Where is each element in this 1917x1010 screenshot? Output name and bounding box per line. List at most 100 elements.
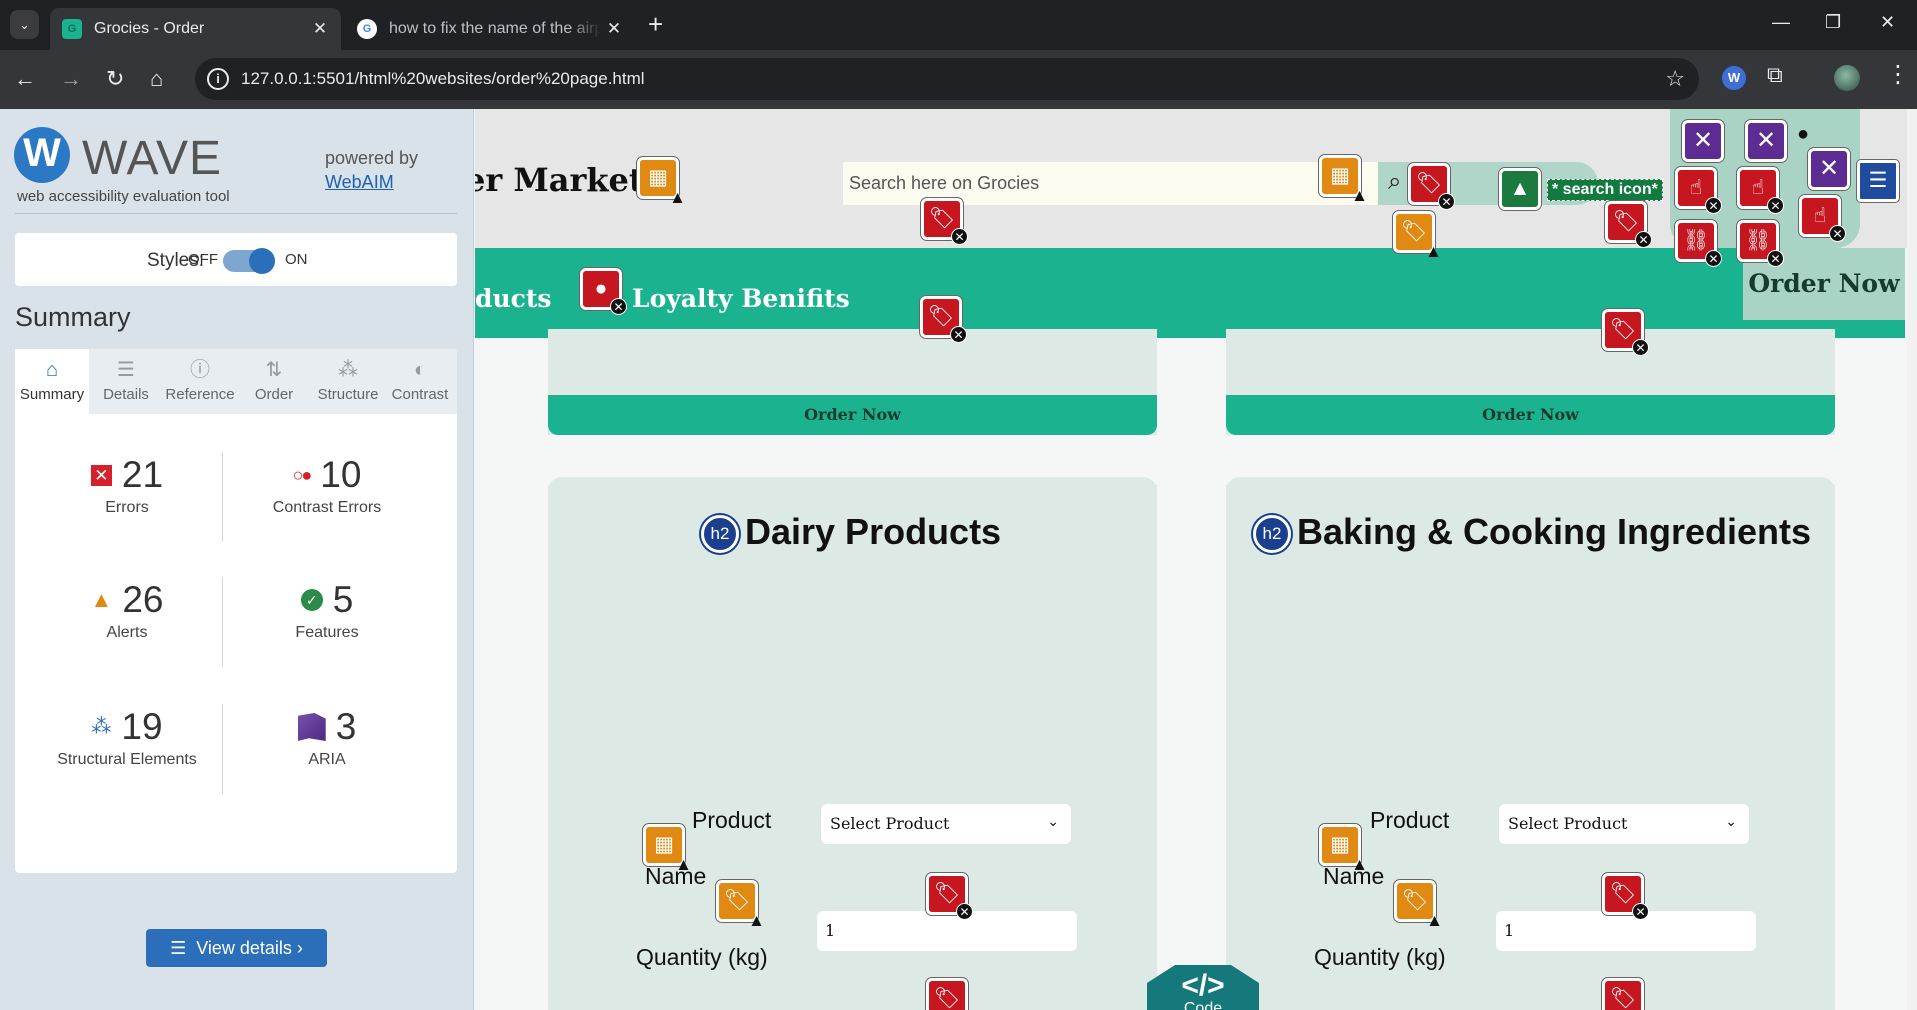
wave-tab-contrast[interactable]: ◐ Contrast <box>383 349 457 414</box>
order-now-button[interactable]: Order Now <box>1226 395 1835 435</box>
home-icon: ⌂ <box>45 359 59 381</box>
tab-google-search[interactable]: G how to fix the name of the airp ✕ <box>345 8 635 50</box>
tab-title: Grocies - Order <box>94 20 205 37</box>
stat-features[interactable]: ✓ 5 Features <box>227 578 427 642</box>
wave-error-empty-button-icon[interactable]: ☝ ✕ <box>1737 167 1784 214</box>
stat-structural-elements[interactable]: ⁂ 19 Structural Elements <box>27 705 227 769</box>
wave-alert-label-icon[interactable]: 🏷 ▲ <box>1394 880 1443 929</box>
stat-aria[interactable]: 3 ARIA <box>227 705 427 769</box>
list-icon: ☰ <box>117 359 135 381</box>
wave-aria-icon[interactable]: ✕ <box>1745 120 1787 162</box>
tab-search-menu-icon[interactable]: ⌄ <box>10 10 39 39</box>
wave-tab-reference[interactable]: ⓘ Reference <box>163 349 237 414</box>
view-details-button[interactable]: ☰ View details › <box>146 929 327 967</box>
error-icon: ✕ <box>90 464 112 486</box>
wave-aria-icon[interactable]: ✕ <box>1808 148 1850 190</box>
wave-error-missing-label-icon[interactable]: 🏷 <box>926 978 968 1010</box>
wave-alert-layout-table-icon[interactable]: ▦ ▲ <box>1319 155 1368 204</box>
wave-error-missing-label-icon[interactable]: 🏷 ✕ <box>1408 163 1455 210</box>
styles-off-label: OFF <box>188 251 218 268</box>
toggle-knob <box>249 248 275 274</box>
stat-errors[interactable]: ✕ 21 Errors <box>27 453 227 517</box>
wave-error-empty-heading-icon[interactable]: ● ✕ <box>580 268 627 315</box>
brand-name[interactable]: er Market <box>475 161 644 199</box>
wave-structure-list-icon[interactable]: ☰ <box>1857 160 1899 202</box>
code-icon: </> <box>1181 969 1225 1002</box>
tab-grocies-order[interactable]: G Grocies - Order ✕ <box>50 8 341 50</box>
stat-value: 26 <box>122 579 164 620</box>
product-select[interactable]: Select Product ⌄ <box>1499 804 1749 844</box>
wave-sidebar: W WAVE web accessibility evaluation tool… <box>0 109 474 1010</box>
wave-extension-icon[interactable]: W <box>1722 66 1746 90</box>
new-tab-icon[interactable]: + <box>648 10 663 38</box>
product-label: Product <box>692 807 772 833</box>
wave-alert-label-icon[interactable]: 🏷 ▲ <box>716 880 765 929</box>
nav-loyalty-benefits[interactable]: Loyalty Benifits <box>632 284 850 313</box>
divider <box>222 452 223 542</box>
address-bar[interactable]: i 127.0.0.1:5501/html%20websites/order%2… <box>195 58 1699 100</box>
wave-feature-alt-text-icon[interactable]: ▲ <box>1499 168 1541 210</box>
close-tab-icon[interactable]: ✕ <box>601 19 627 39</box>
wave-tab-structure[interactable]: ⁂ Structure <box>311 349 385 414</box>
summary-heading: Summary <box>15 302 131 332</box>
wave-error-missing-label-icon[interactable]: 🏷 <box>1602 978 1644 1010</box>
wave-error-missing-label-icon[interactable]: 🏷 ✕ <box>920 296 967 343</box>
card-title: Dairy Products <box>745 511 1002 552</box>
card-heading: h2 Baking & Cooking Ingredients <box>1253 511 1811 554</box>
wave-error-missing-label-icon[interactable]: 🏷 ✕ <box>1605 201 1652 248</box>
quantity-input[interactable]: 1 <box>817 911 1077 951</box>
page-scrollbar[interactable] <box>1907 109 1917 1010</box>
wave-tab-label: Contrast <box>391 386 449 403</box>
wave-alert-layout-table-icon[interactable]: ▦ ▲ <box>637 157 686 206</box>
close-window-icon[interactable]: ✕ <box>1880 12 1895 33</box>
wave-alert-layout-table-icon[interactable]: ▦ ▲ <box>1319 824 1368 873</box>
restore-icon[interactable]: ❐ <box>1825 12 1841 33</box>
site-info-icon[interactable]: i <box>207 68 229 90</box>
wave-error-empty-link-icon[interactable]: ⛓ ✕ <box>1675 220 1722 267</box>
back-icon[interactable]: ← <box>14 65 36 93</box>
quantity-label: Quantity (kg) <box>1314 944 1446 970</box>
minimize-icon[interactable]: — <box>1772 12 1790 33</box>
browser-menu-icon[interactable]: ⋮ <box>1886 60 1910 89</box>
nav-products[interactable]: ducts <box>475 284 552 313</box>
wave-aria-icon[interactable]: ✕ <box>1682 120 1724 162</box>
styles-toggle[interactable] <box>223 248 275 274</box>
code-label: Code <box>1183 1000 1223 1010</box>
stat-contrast-errors[interactable]: ○● 10 Contrast Errors <box>227 453 427 517</box>
forward-icon[interactable]: → <box>60 65 82 93</box>
stat-label: ARIA <box>308 751 346 768</box>
webaim-link[interactable]: WebAIM <box>325 172 394 192</box>
stat-label: Alerts <box>106 624 148 641</box>
user-icon[interactable]: ● <box>1797 123 1809 146</box>
wave-error-empty-link-icon[interactable]: ⛓ ✕ <box>1737 220 1784 267</box>
quantity-input[interactable]: 1 <box>1496 911 1756 951</box>
search-icon: ⌕ <box>1388 168 1402 195</box>
close-tab-icon[interactable]: ✕ <box>307 19 333 39</box>
product-select[interactable]: Select Product ⌄ <box>821 804 1071 844</box>
wave-tab-label: Summary <box>19 386 85 403</box>
wave-error-empty-button-icon[interactable]: ☝ ✕ <box>1675 167 1722 214</box>
stat-value: 19 <box>121 706 163 747</box>
wave-error-missing-label-icon[interactable]: 🏷 ✕ <box>921 198 968 245</box>
reload-icon[interactable]: ↻ <box>106 65 124 93</box>
wave-tab-summary[interactable]: ⌂ Summary <box>15 349 89 414</box>
wave-error-missing-label-icon[interactable]: 🏷 ✕ <box>1602 309 1649 356</box>
wave-error-missing-label-icon[interactable]: 🏷 ✕ <box>1602 873 1649 920</box>
search-icon-alt-text: * search icon* <box>1547 179 1663 201</box>
wave-tab-order[interactable]: ⇅ Order <box>237 349 311 414</box>
order-now-button[interactable]: Order Now <box>548 395 1157 435</box>
stat-value: 21 <box>121 454 164 495</box>
wave-tab-label: Details <box>103 386 149 403</box>
chevron-down-icon: ⌄ <box>1725 814 1737 830</box>
bookmark-star-icon[interactable]: ☆ <box>1665 66 1685 92</box>
wave-alert-layout-table-icon[interactable]: ▦ ▲ <box>643 824 692 873</box>
profile-avatar[interactable] <box>1834 65 1860 91</box>
home-icon[interactable]: ⌂ <box>150 65 163 93</box>
wave-error-missing-label-icon[interactable]: 🏷 ✕ <box>926 873 973 920</box>
stat-alerts[interactable]: ▲ 26 Alerts <box>27 578 227 642</box>
list-icon: ☰ <box>170 938 187 958</box>
wave-tab-details[interactable]: ☰ Details <box>89 349 163 414</box>
extensions-puzzle-icon[interactable]: ⧉ <box>1767 62 1783 88</box>
wave-error-empty-button-icon[interactable]: ☝ ✕ <box>1799 195 1846 242</box>
wave-alert-label-icon[interactable]: 🏷 ▲ <box>1393 211 1442 260</box>
